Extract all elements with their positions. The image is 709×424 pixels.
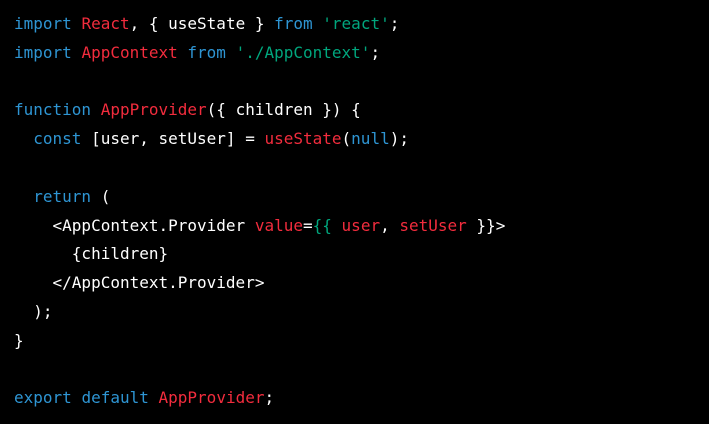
- code-token: >: [495, 215, 506, 235]
- code-token: [user, setUser] =: [81, 129, 265, 149]
- code-token: function: [14, 100, 92, 120]
- code-token: value: [254, 215, 303, 235]
- code-line: );: [14, 298, 709, 327]
- code-token: setUser: [399, 215, 467, 235]
- code-line: import AppContext from './AppContext';: [14, 39, 709, 68]
- code-token: , { useState }: [129, 14, 275, 33]
- code-block: import React, { useState } from 'react';…: [0, 0, 709, 424]
- code-token: export: [14, 388, 72, 408]
- code-line: export default AppProvider;: [14, 384, 709, 413]
- code-token: AppProvider: [100, 100, 207, 120]
- code-token: return: [33, 186, 92, 206]
- code-token: }: [14, 330, 24, 350]
- code-token: null: [351, 129, 390, 149]
- code-line: }: [14, 327, 709, 356]
- code-token: {children}: [14, 244, 169, 264]
- code-token: <AppContext.Provider: [14, 215, 255, 235]
- code-token: );: [389, 129, 409, 149]
- code-token: default: [81, 388, 149, 408]
- code-token: user: [341, 215, 381, 235]
- code-token: const: [33, 129, 82, 149]
- code-token: React: [81, 14, 130, 33]
- code-token: ;: [389, 14, 400, 33]
- code-token: from: [274, 14, 313, 33]
- code-token: useState: [264, 129, 342, 149]
- code-line: const [user, setUser] = useState(null);: [14, 125, 709, 154]
- code-token: }}: [476, 215, 496, 235]
- code-token: AppProvider: [158, 388, 265, 408]
- code-token: './AppContext': [235, 42, 371, 62]
- code-line: </AppContext.Provider>: [14, 269, 709, 298]
- code-line: <AppContext.Provider value={{ user, setU…: [14, 212, 709, 241]
- code-token: from: [187, 42, 226, 62]
- code-token: ,: [380, 215, 400, 235]
- code-token: );: [14, 301, 53, 321]
- code-token: import: [14, 14, 72, 33]
- code-token: ;: [264, 388, 275, 408]
- code-line: import React, { useState } from 'react';: [14, 10, 709, 39]
- code-token: import: [14, 42, 72, 62]
- code-line: function AppProvider({ children }) {: [14, 96, 709, 125]
- code-line: return (: [14, 183, 709, 212]
- code-token: AppContext: [81, 42, 178, 62]
- code-token: </AppContext.Provider>: [14, 273, 265, 293]
- code-token: =: [303, 215, 313, 235]
- code-token: ({ children }) {: [206, 100, 361, 120]
- code-token: 'react': [322, 14, 390, 33]
- code-token: ;: [370, 42, 381, 62]
- code-token: (: [341, 129, 352, 149]
- code-line: {children}: [14, 240, 709, 269]
- code-token: {{: [312, 215, 332, 235]
- code-token: (: [91, 186, 111, 206]
